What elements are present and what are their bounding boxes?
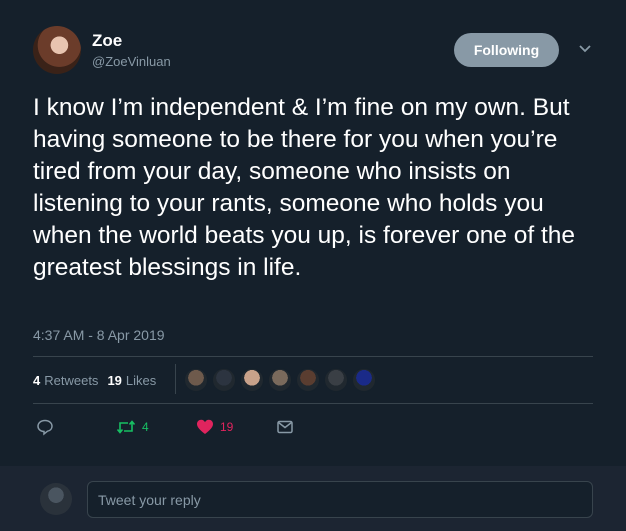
reply-action[interactable] <box>36 418 54 436</box>
direct-message-action[interactable] <box>276 418 294 436</box>
stats-separator <box>175 364 176 394</box>
divider <box>33 403 593 404</box>
like-count: 19 <box>220 420 234 434</box>
liker-avatars <box>184 368 380 392</box>
chevron-down-icon[interactable] <box>578 42 592 56</box>
retweet-action[interactable]: 4 <box>116 418 149 436</box>
liker-avatar[interactable] <box>184 368 208 392</box>
engagement-stats: 4 Retweets 19 Likes <box>33 373 165 388</box>
retweets-stat[interactable]: 4 Retweets <box>33 373 98 388</box>
tweet-timestamp[interactable]: 4:37 AM - 8 Apr 2019 <box>33 327 165 343</box>
envelope-icon <box>277 420 293 434</box>
following-button[interactable]: Following <box>454 33 559 67</box>
likes-count: 19 <box>107 373 122 388</box>
liker-avatar[interactable] <box>296 368 320 392</box>
reply-input[interactable]: Tweet your reply <box>87 481 593 518</box>
likes-label: Likes <box>125 373 157 388</box>
like-action[interactable]: 19 <box>196 418 233 436</box>
author-avatar[interactable] <box>33 26 81 74</box>
author-name[interactable]: Zoe <box>92 31 122 51</box>
retweet-icon <box>116 420 136 434</box>
liker-avatar[interactable] <box>352 368 376 392</box>
liker-avatar[interactable] <box>268 368 292 392</box>
tweet-card: Zoe @ZoeVinluan Following I know I’m ind… <box>0 0 626 466</box>
liker-avatar[interactable] <box>324 368 348 392</box>
liker-avatar[interactable] <box>240 368 264 392</box>
tweet-actions: 4 19 <box>0 418 626 438</box>
current-user-avatar <box>40 483 72 515</box>
retweet-count: 4 <box>142 420 149 434</box>
tweet-text: I know I’m independent & I’m fine on my … <box>33 94 576 281</box>
reply-icon <box>37 419 53 436</box>
heart-icon <box>197 419 213 434</box>
retweets-count: 4 <box>33 373 41 388</box>
author-handle[interactable]: @ZoeVinluan <box>92 54 171 69</box>
liker-avatar[interactable] <box>212 368 236 392</box>
retweets-label: Retweets <box>44 373 99 388</box>
divider <box>33 356 593 357</box>
likes-stat[interactable]: 19 Likes <box>107 373 156 388</box>
